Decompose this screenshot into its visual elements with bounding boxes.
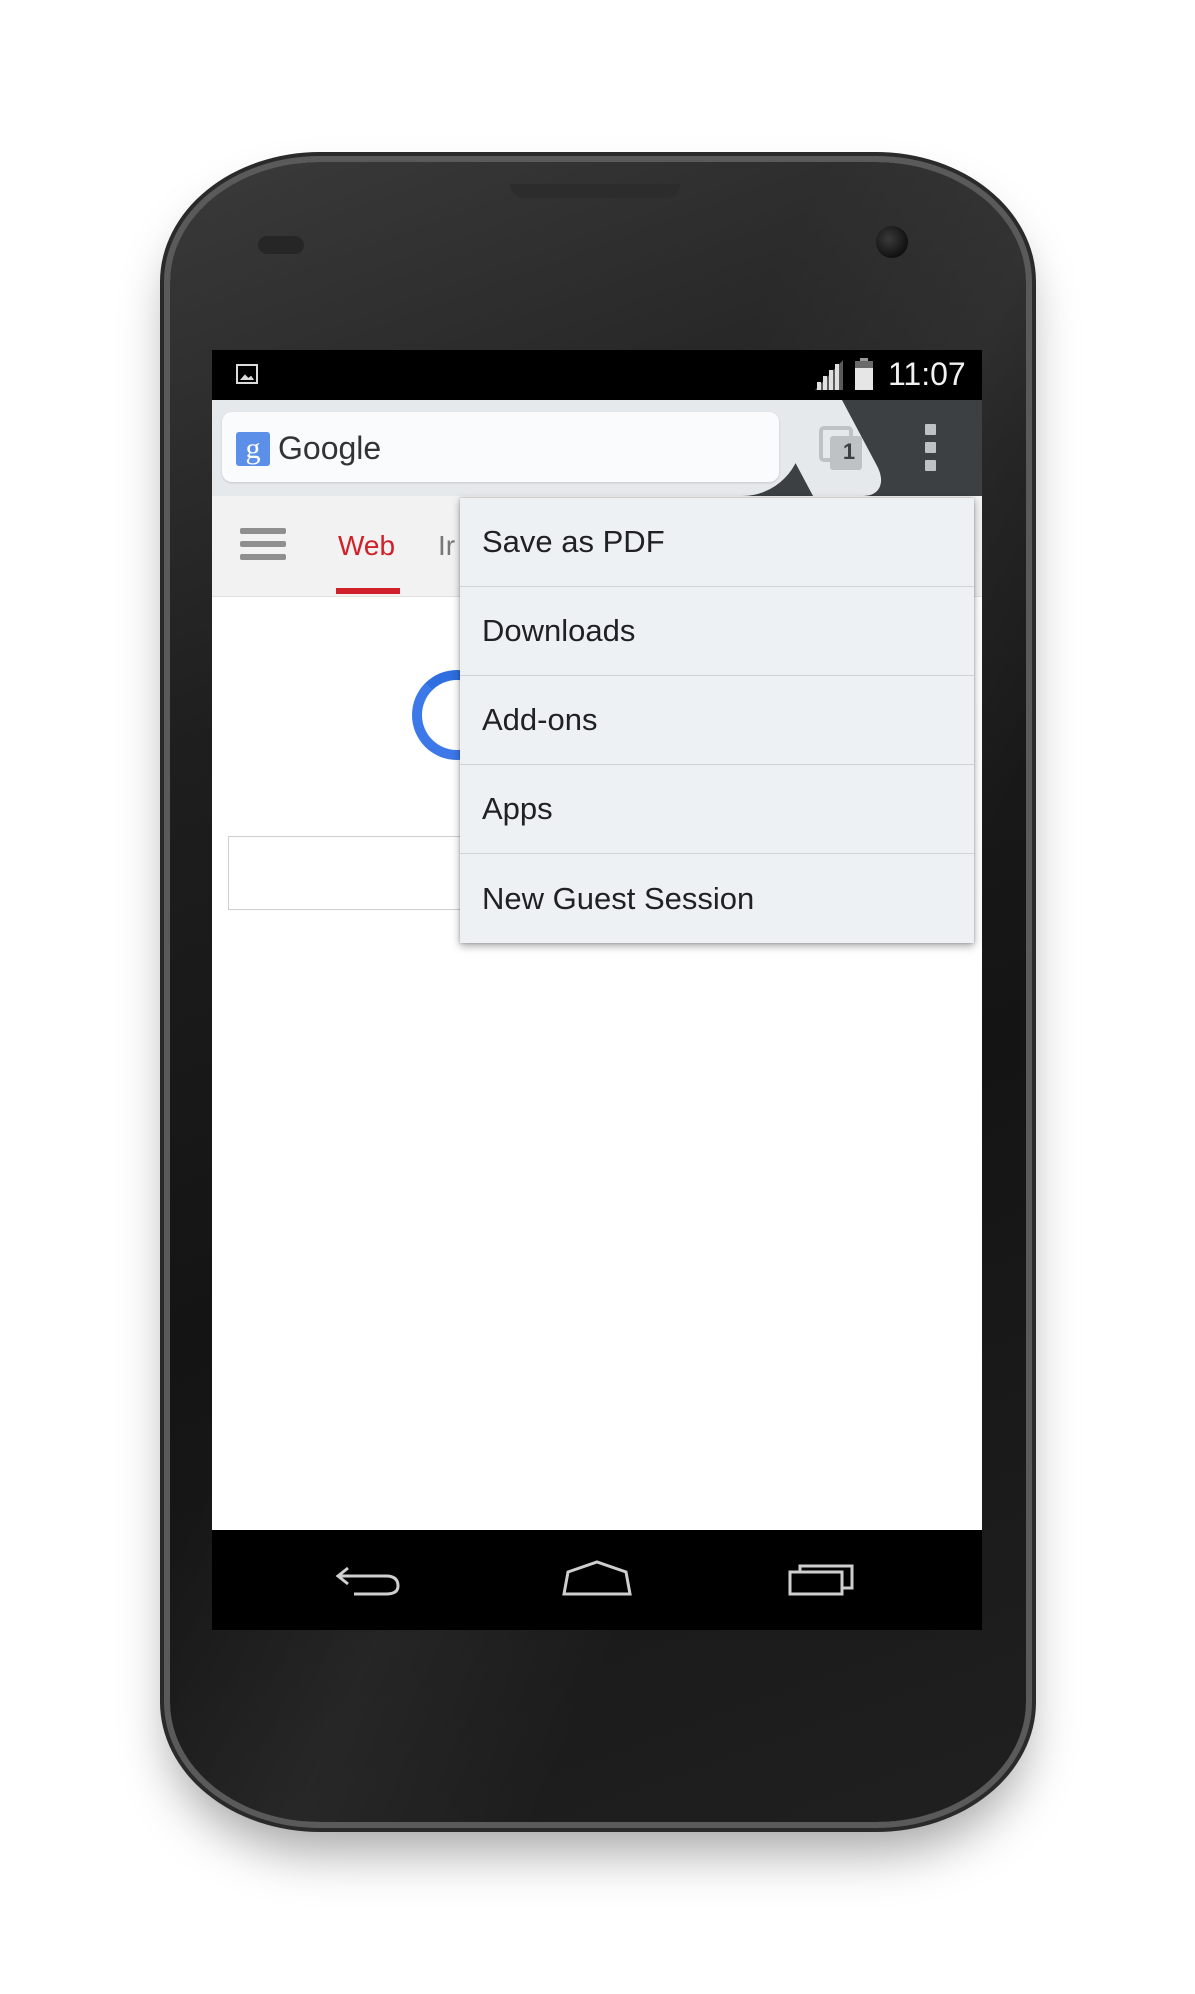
system-nav-bar [212, 1530, 982, 1630]
front-camera [876, 226, 908, 258]
back-icon[interactable] [334, 1560, 404, 1600]
overflow-menu-dot [925, 460, 936, 471]
overflow-menu-button[interactable] [912, 420, 948, 476]
earpiece-speaker [510, 184, 680, 198]
overflow-menu-dot [925, 442, 936, 453]
tab-switcher-button[interactable]: 1 [817, 424, 867, 474]
hamburger-icon[interactable] [240, 528, 286, 564]
menu-item-downloads[interactable]: Downloads [460, 587, 974, 676]
phone-screen: 11:07 g Google 1 Web Ir Save as PDF Down… [212, 350, 982, 1630]
recent-apps-icon[interactable] [786, 1560, 860, 1600]
status-bar: 11:07 [212, 350, 982, 400]
cell-signal-icon [815, 360, 843, 390]
picture-notification-icon [236, 364, 258, 384]
overflow-menu: Save as PDF Downloads Add-ons Apps New G… [460, 498, 974, 943]
nav-active-indicator [336, 588, 400, 594]
home-icon[interactable] [560, 1560, 634, 1600]
omnibox-tab: g Google [212, 400, 802, 496]
battery-icon [855, 358, 873, 390]
tab-count: 1 [842, 439, 856, 464]
google-favicon-icon: g [236, 432, 270, 466]
overflow-menu-icon [925, 424, 936, 435]
menu-item-add-ons[interactable]: Add-ons [460, 676, 974, 765]
status-clock: 11:07 [888, 356, 966, 392]
menu-item-save-as-pdf[interactable]: Save as PDF [460, 498, 974, 587]
menu-item-apps[interactable]: Apps [460, 765, 974, 854]
browser-toolbar: g Google 1 [212, 400, 982, 496]
proximity-sensor [258, 236, 304, 254]
menu-item-new-guest-session[interactable]: New Guest Session [460, 854, 974, 943]
omnibox[interactable]: g Google [222, 412, 779, 482]
omnibox-url-text[interactable]: Google [278, 430, 381, 467]
nav-tab-web[interactable]: Web [338, 530, 395, 562]
